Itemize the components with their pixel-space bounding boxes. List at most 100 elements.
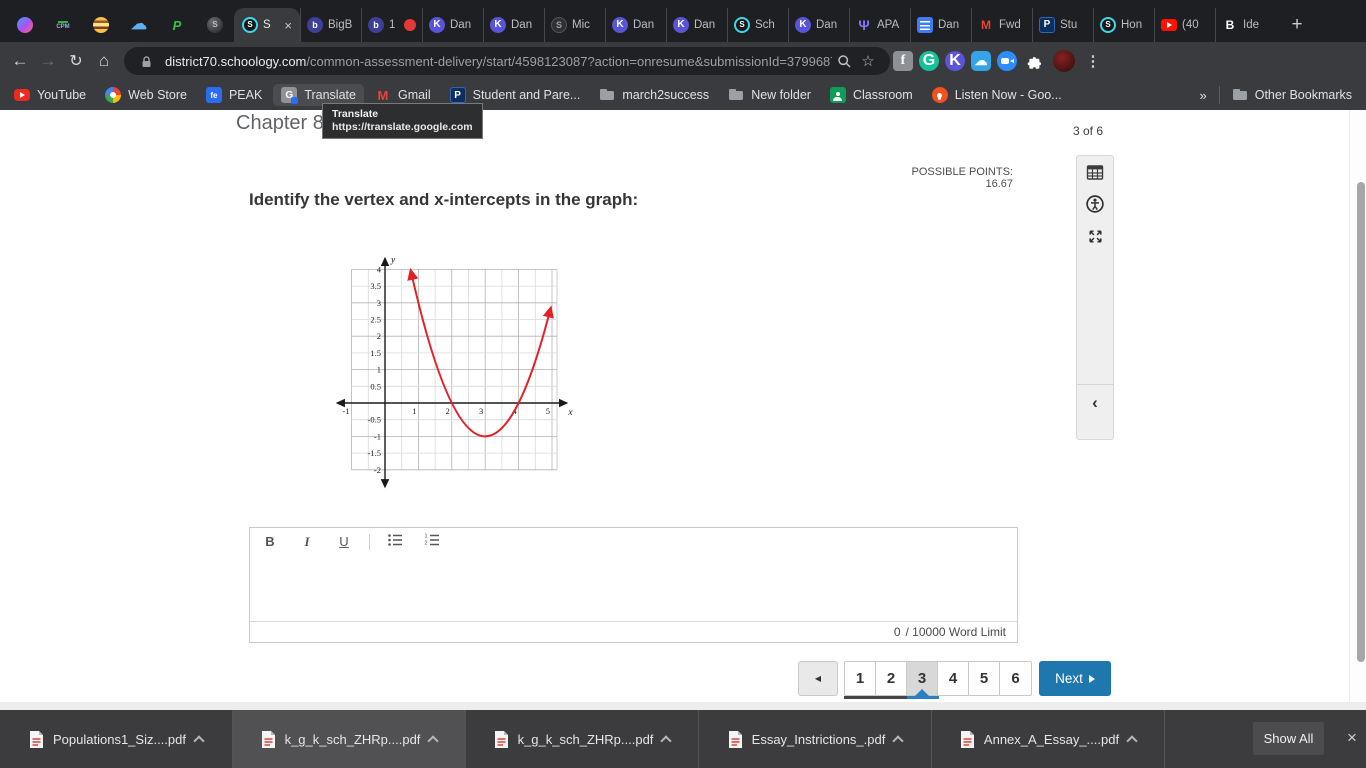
puzzle-icon[interactable] [1023, 49, 1047, 73]
bookmark-new-folder[interactable]: New folder [728, 87, 811, 103]
bookmark-webstore[interactable]: Web Store [105, 87, 187, 103]
browser-tab[interactable]: MFwd [971, 8, 1032, 42]
show-all-downloads-button[interactable]: Show All [1253, 722, 1324, 755]
browser-tab[interactable]: KDan [422, 8, 483, 42]
bookmark-student[interactable]: Student and Pare... [450, 87, 581, 103]
next-button[interactable]: Next [1039, 661, 1111, 696]
bookmarks-overflow-icon[interactable] [1200, 88, 1207, 103]
dark-sphere-icon [207, 17, 223, 33]
underline-button[interactable]: U [336, 534, 352, 549]
browser-tab[interactable]: KDan [666, 8, 727, 42]
answer-text-area[interactable] [250, 555, 1017, 621]
menu-dots-icon[interactable] [1081, 49, 1105, 73]
pinned-tab[interactable] [158, 8, 196, 42]
download-filename: k_g_k_sch_ZHRp....pdf [285, 732, 421, 747]
download-item[interactable]: Populations1_Siz....pdf [0, 710, 233, 768]
browser-tab[interactable]: (40 [1154, 8, 1215, 42]
question-progress: 3 of 6 [1073, 124, 1103, 138]
powerschool-icon: P [1039, 17, 1055, 33]
back-icon[interactable] [6, 47, 34, 75]
page-button-6[interactable]: 6 [1000, 662, 1031, 695]
page-button-5[interactable]: 5 [969, 662, 1000, 695]
bookmark-youtube[interactable]: YouTube [14, 88, 86, 102]
pinned-tab[interactable] [196, 8, 234, 42]
forward-icon[interactable] [34, 47, 62, 75]
browser-tab[interactable]: SMic [544, 8, 605, 42]
other-bookmarks[interactable]: Other Bookmarks [1232, 87, 1352, 103]
pdf-file-icon [960, 730, 975, 749]
address-bar[interactable]: district70.schoology.com /common-assessm… [124, 47, 890, 75]
download-item[interactable]: k_g_k_sch_ZHRp....pdf [466, 710, 699, 768]
pinned-tab[interactable] [120, 8, 158, 42]
visited-pages-indicator [844, 696, 907, 699]
download-item[interactable]: k_g_k_sch_ZHRp....pdf [233, 710, 466, 768]
close-downloads-bar-icon[interactable]: × [1338, 724, 1366, 752]
peak-icon [206, 87, 222, 103]
page-bottom-strip [0, 702, 1366, 710]
close-tab-icon[interactable]: × [284, 18, 292, 33]
collapse-panel-button[interactable]: ‹ [1077, 388, 1113, 418]
download-item[interactable]: Annex_A_Essay_....pdf [932, 710, 1165, 768]
browser-tab[interactable]: SHon [1093, 8, 1154, 42]
chevron-up-icon[interactable] [893, 735, 904, 746]
facebook-icon[interactable] [893, 51, 913, 71]
bold-button[interactable]: B [262, 534, 278, 549]
webstore-icon [105, 87, 121, 103]
fullscreen-button[interactable] [1077, 220, 1113, 252]
bookmarks-bar: YouTube Web Store PEAK Translate Gmail S… [0, 80, 1366, 110]
tab-title: 1 [389, 19, 399, 31]
bookmark-classroom[interactable]: Classroom [830, 87, 913, 103]
bookmark-star-icon[interactable] [856, 49, 880, 73]
bullet-list-button[interactable] [387, 532, 403, 551]
active-tab[interactable]: S S × [234, 8, 300, 42]
accessibility-button[interactable] [1077, 188, 1113, 220]
bookmark-listen-now[interactable]: Listen Now - Goo... [932, 87, 1062, 103]
svg-text:2: 2 [377, 331, 381, 341]
possible-points: POSSIBLE POINTS: 16.67 [881, 166, 1013, 190]
prev-page-button[interactable]: ◀ [798, 661, 838, 696]
search-icon[interactable] [832, 49, 856, 73]
pinned-tab[interactable] [44, 8, 82, 42]
home-icon[interactable] [90, 47, 118, 75]
new-tab-button[interactable]: + [1282, 10, 1312, 40]
browser-tab[interactable]: SSch [727, 8, 788, 42]
browser-tab[interactable]: BIde [1215, 8, 1276, 42]
chevron-up-icon[interactable] [1126, 735, 1137, 746]
bookmark-peak[interactable]: PEAK [206, 87, 262, 103]
drive-cloud-icon[interactable] [971, 51, 991, 71]
browser-tab[interactable]: PStu [1032, 8, 1093, 42]
pinned-tab[interactable] [82, 8, 120, 42]
numbered-list-button[interactable]: 12 [424, 532, 440, 551]
kami-icon[interactable] [945, 51, 965, 71]
bookmark-label: Gmail [398, 88, 431, 102]
italic-button[interactable]: I [299, 534, 315, 550]
bookmark-march2success[interactable]: march2success [599, 87, 709, 103]
page-button-1[interactable]: 1 [845, 662, 876, 695]
chevron-up-icon[interactable] [428, 735, 439, 746]
pinned-tab[interactable] [6, 8, 44, 42]
page-button-2[interactable]: 2 [876, 662, 907, 695]
folder-icon [599, 87, 615, 103]
reload-icon[interactable] [62, 47, 90, 75]
pdf-file-icon [29, 730, 44, 749]
calculator-button[interactable] [1077, 156, 1113, 188]
browser-tab[interactable]: ΨAPA [849, 8, 910, 42]
page-button-4[interactable]: 4 [938, 662, 969, 695]
grammarly-icon[interactable] [919, 51, 939, 71]
browser-tab[interactable]: b1 [361, 8, 422, 42]
browser-tab[interactable]: KDan [605, 8, 666, 42]
download-item[interactable]: Essay_Instrictions_.pdf [699, 710, 932, 768]
profile-avatar[interactable] [1053, 50, 1075, 72]
bookmark-gmail[interactable]: Gmail [375, 87, 431, 103]
question-prompt: Identify the vertex and x-intercepts in … [249, 190, 638, 210]
browser-tab[interactable]: bBigB [300, 8, 361, 42]
scrollbar-thumb[interactable] [1357, 182, 1365, 662]
bookmark-label: YouTube [37, 88, 86, 102]
bookmark-label: Listen Now - Goo... [955, 88, 1062, 102]
chevron-up-icon[interactable] [661, 735, 672, 746]
chevron-up-icon[interactable] [193, 735, 204, 746]
browser-tab[interactable]: Dan [910, 8, 971, 42]
zoom-icon[interactable] [997, 51, 1017, 71]
browser-tab[interactable]: KDan [788, 8, 849, 42]
browser-tab[interactable]: KDan [483, 8, 544, 42]
